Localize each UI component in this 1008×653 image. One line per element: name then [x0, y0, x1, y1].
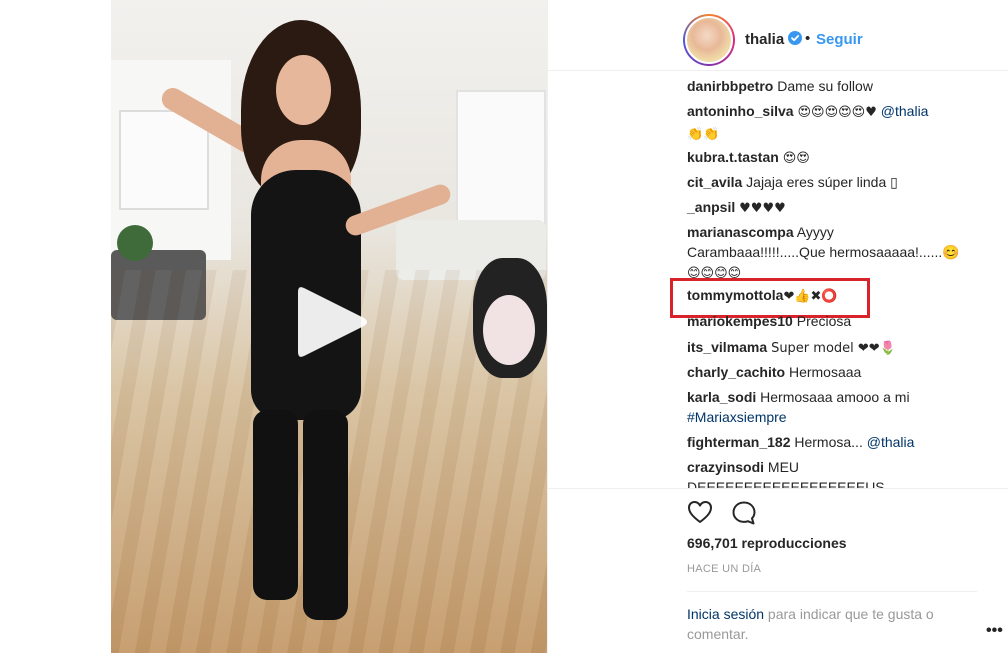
comments-list[interactable]: danirbbpetro Dame su follow antoninho_si… — [548, 70, 1008, 488]
comment-username[interactable]: _anpsil — [687, 199, 735, 215]
comment-username[interactable]: danirbbpetro — [687, 78, 773, 94]
avatar-image — [685, 16, 733, 64]
comment-mention[interactable]: @thalia — [881, 103, 929, 119]
more-options-icon[interactable]: ••• — [986, 622, 1003, 640]
video-scene-pillow — [117, 225, 153, 261]
video-scene-boot-left — [253, 410, 298, 600]
comment-text: 😍😍😍😍😍♥ — [797, 105, 877, 120]
header-separator: • — [805, 30, 811, 47]
heart-icon[interactable] — [687, 500, 713, 524]
login-link[interactable]: Inicia sesión — [687, 606, 764, 622]
video-scene-drum-head — [483, 295, 535, 365]
comment-item: its_vilmama Super model ❤❤🌷 — [687, 337, 987, 359]
comment-item: antoninho_silva 😍😍😍😍😍♥ @thalia 👏👏 — [687, 101, 987, 145]
comment-hashtag[interactable]: #Mariaxsiempre — [687, 409, 787, 425]
comment-text: Preciosa — [796, 313, 852, 329]
comment-username[interactable]: marianascompa — [687, 224, 794, 240]
comment-username[interactable]: its_vilmama — [687, 339, 767, 355]
comment-item: kubra.t.tastan 😍😍 — [687, 147, 987, 169]
comment-item: karla_sodi Hermosaaa amooo a mi #Mariaxs… — [687, 387, 987, 427]
post-actions: 696,701 reproducciones HACE UN DÍA Inici… — [548, 488, 1008, 653]
comment-text: Jajaja eres súper linda ▯ — [746, 174, 898, 190]
comment-username[interactable]: karla_sodi — [687, 389, 756, 405]
comment-text: Hermosa... — [794, 434, 863, 450]
comment-username[interactable]: charly_cachito — [687, 364, 785, 380]
comment-text: 😍😍 — [782, 151, 810, 166]
comment-text: ♥♥♥♥ — [739, 201, 786, 216]
post-panel: thalia • Seguir danirbbpetro Dame su fol… — [547, 0, 1008, 653]
comment-username[interactable]: mariokempes10 — [687, 313, 793, 329]
comment-item: mariokempes10 Preciosa — [687, 311, 987, 331]
post-timestamp: HACE UN DÍA — [687, 563, 762, 575]
comment-item: _anpsil ♥♥♥♥ — [687, 197, 987, 219]
comment-item: crazyinsodi MEU DEEEEEEEEEEEEEEEEEEUS — [687, 457, 997, 488]
follow-button[interactable]: Seguir — [816, 31, 863, 48]
avatar[interactable] — [683, 14, 735, 66]
comment-username[interactable]: fighterman_182 — [687, 434, 790, 450]
comment-username[interactable]: kubra.t.tastan — [687, 149, 779, 165]
comment-text: Carambaaa!!!!!.....Que hermosaaaaa!.....… — [687, 244, 960, 260]
comment-username[interactable]: cit_avila — [687, 174, 742, 190]
comment-bubble-icon[interactable] — [731, 500, 757, 526]
comment-text: Hermosaaa amooo a mi — [760, 389, 910, 405]
view-count: 696,701 reproducciones — [687, 535, 847, 551]
video-scene-window-right — [456, 90, 546, 240]
post-header: thalia • Seguir — [548, 0, 1008, 70]
comment-text: Ayyyy — [796, 224, 834, 240]
comment-item: charly_cachito Hermosaaa — [687, 362, 987, 382]
comment-item: fighterman_182 Hermosa... @thalia — [687, 432, 987, 452]
video-player[interactable] — [111, 0, 547, 653]
video-scene-face — [276, 55, 331, 125]
comment-username[interactable]: antoninho_silva — [687, 103, 794, 119]
comment-item: danirbbpetro Dame su follow — [687, 76, 987, 96]
comment-text: Super model ❤❤🌷 — [771, 341, 896, 356]
verified-badge-icon — [788, 31, 802, 45]
comment-text: Dame su follow — [777, 78, 873, 94]
comment-text: 👏👏 — [687, 127, 720, 142]
comment-mention[interactable]: @thalia — [867, 434, 915, 450]
video-scene-boot-right — [303, 410, 348, 620]
login-prompt-text: Inicia sesión para indicar que te gusta … — [687, 604, 977, 644]
comment-item: marianascompa Ayyyy Carambaaa!!!!!.....Q… — [687, 222, 987, 284]
post-username[interactable]: thalia — [745, 31, 784, 48]
comment-text: Hermosaaa — [788, 364, 862, 380]
login-prompt: Inicia sesión para indicar que te gusta … — [687, 591, 977, 647]
play-icon[interactable] — [296, 284, 368, 360]
comment-username[interactable]: crazyinsodi — [687, 459, 764, 475]
comment-item: cit_avila Jajaja eres súper linda ▯ — [687, 172, 987, 192]
